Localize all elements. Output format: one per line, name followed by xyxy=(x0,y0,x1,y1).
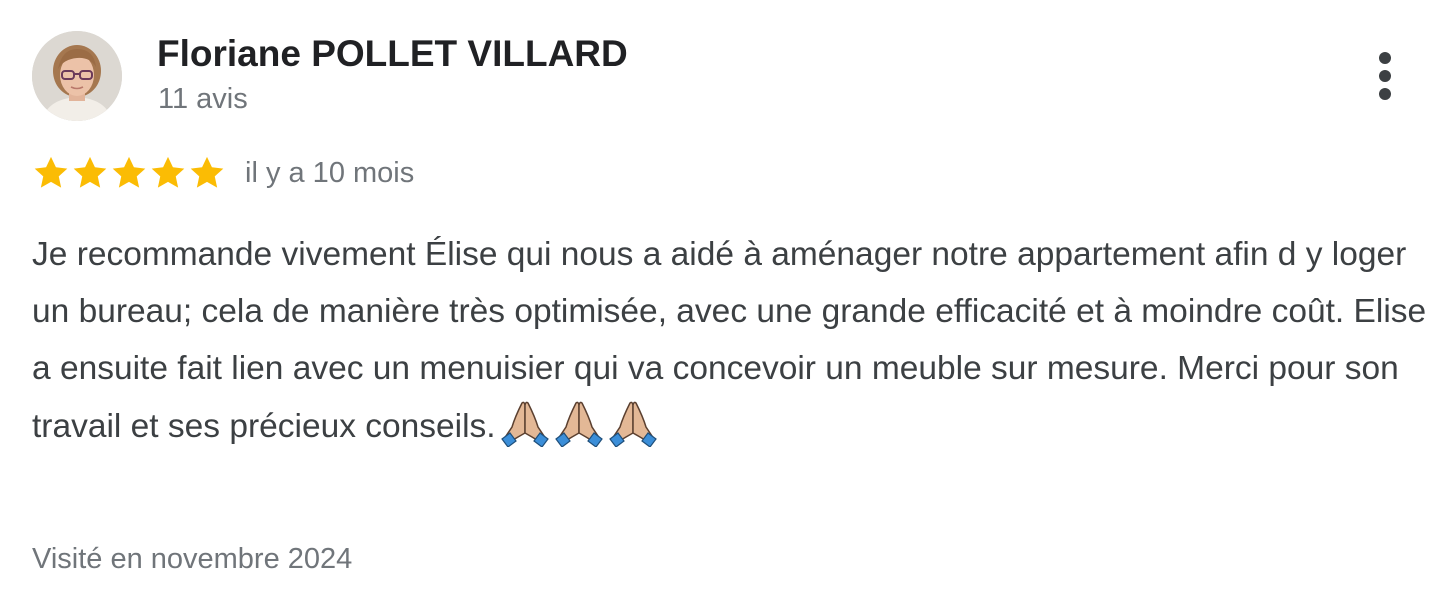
review-text: Je recommande vivement Élise qui nous a … xyxy=(32,236,1427,445)
folded-hands-emoji xyxy=(554,397,604,447)
star-icon xyxy=(149,154,187,192)
star-rating xyxy=(32,154,227,192)
star-icon xyxy=(32,154,70,192)
star-icon xyxy=(110,154,148,192)
reviewer-review-count[interactable]: 11 avis xyxy=(158,82,248,116)
visit-date: Visité en novembre 2024 xyxy=(32,543,353,575)
rating-row: il y a 10 mois xyxy=(32,153,414,193)
folded-hands-emoji xyxy=(608,397,658,447)
star-icon xyxy=(71,154,109,192)
star-icon xyxy=(188,154,226,192)
more-options-button[interactable] xyxy=(1363,48,1407,104)
review-body: Je recommande vivement Élise qui nous a … xyxy=(32,226,1427,455)
review-card: Floriane POLLET VILLARD 11 avis il y a 1… xyxy=(0,0,1440,596)
review-date: il y a 10 mois xyxy=(245,156,415,189)
avatar[interactable] xyxy=(32,31,122,121)
folded-hands-emoji xyxy=(500,397,550,447)
reviewer-name[interactable]: Floriane POLLET VILLARD xyxy=(157,34,628,74)
more-vert-icon xyxy=(1379,52,1391,100)
